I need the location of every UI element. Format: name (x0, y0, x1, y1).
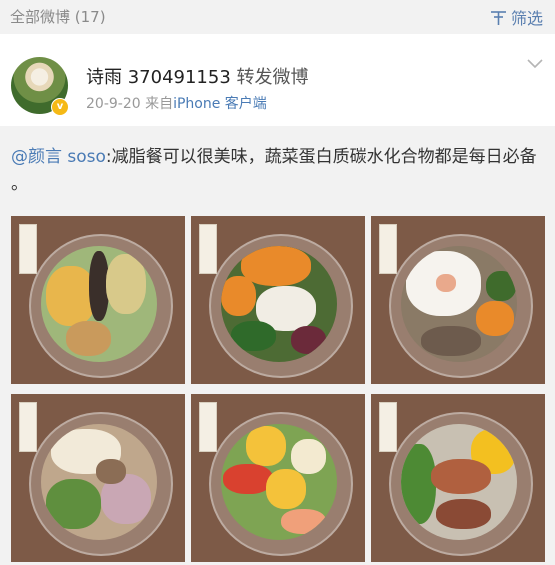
post-meta: 20-9-20 来自iPhone 客户端 (86, 93, 267, 113)
username-link[interactable]: 诗雨 370491153 (86, 67, 231, 88)
photo-tag (379, 224, 397, 274)
photo-tag (19, 402, 37, 452)
filter-icon (490, 10, 506, 25)
device-link[interactable]: iPhone 客户端 (173, 96, 267, 112)
feed-title: 全部微博 (17) (10, 8, 106, 26)
source-prefix: 来自 (145, 96, 174, 112)
repost-text: @颜言 soso:减脂餐可以很美味，蔬菜蛋白质碳水化合物都是每日必备 。 (11, 144, 546, 198)
food (41, 424, 157, 540)
food (41, 246, 157, 362)
repost-area: @颜言 soso:减脂餐可以很美味，蔬菜蛋白质碳水化合物都是每日必备 。 (0, 126, 555, 565)
photo-pumpkin-chicken-bowl[interactable] (191, 216, 365, 384)
photo-egg-pumpkin-bowl[interactable] (371, 216, 545, 384)
photo-tag (19, 224, 37, 274)
food (221, 424, 337, 540)
photo-sandwich-bowl[interactable] (11, 216, 185, 384)
photo-salmon-beans-bowl[interactable] (371, 394, 545, 562)
photo-tag (199, 224, 217, 274)
post-header: v 诗雨 370491153 转发微博 20-9-20 来自iPhone 客户端 (0, 34, 555, 126)
chevron-down-icon[interactable] (527, 59, 543, 69)
food (401, 246, 517, 362)
photo-pasta-cucumber-bowl[interactable] (11, 394, 185, 562)
filter-button[interactable]: 筛选 (490, 5, 543, 29)
filter-label: 筛选 (510, 9, 543, 28)
post-author: 诗雨 370491153 转发微博 (86, 63, 309, 89)
mention-link[interactable]: @颜言 soso (11, 147, 106, 167)
photo-tag (379, 402, 397, 452)
food (401, 424, 517, 540)
post-action: 转发微博 (236, 67, 309, 88)
top-bar: 全部微博 (17) 筛选 (0, 0, 555, 34)
photo-egg-shrimp-salad-bowl[interactable] (191, 394, 365, 562)
food (221, 246, 337, 362)
post-date: 20-9-20 (86, 96, 141, 112)
photo-tag (199, 402, 217, 452)
verified-badge-icon: v (51, 98, 69, 116)
